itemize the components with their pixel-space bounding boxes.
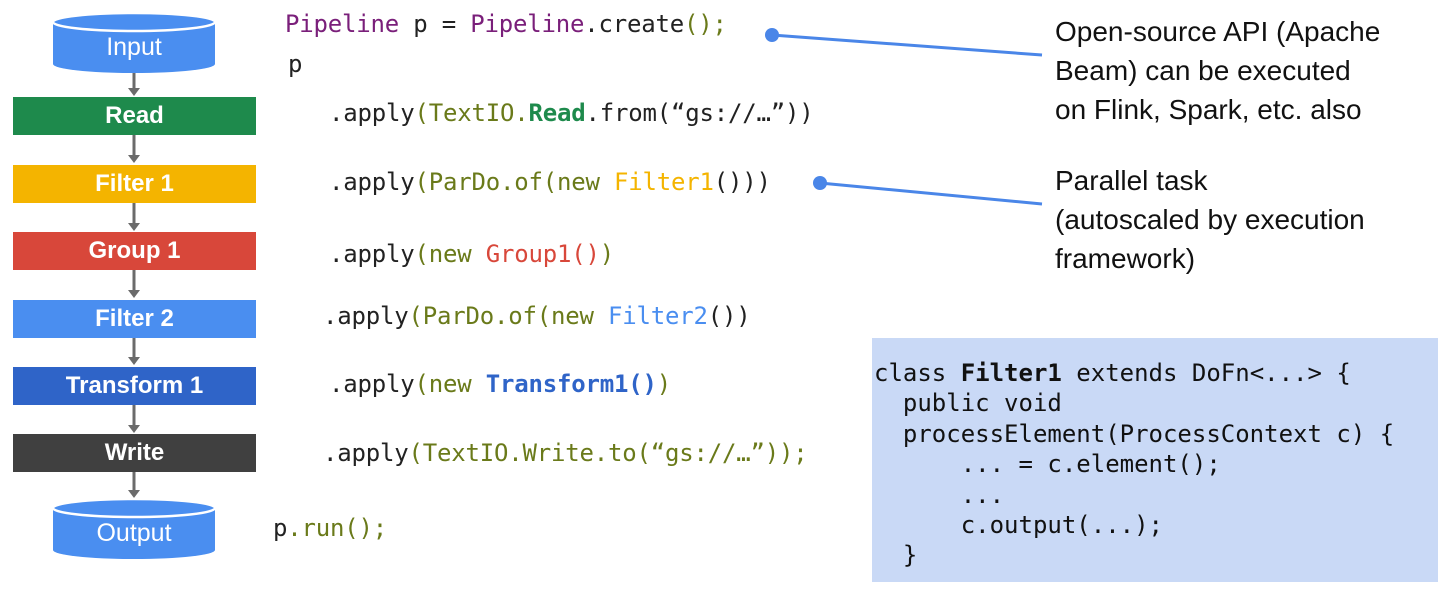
code-token: ();	[684, 10, 727, 38]
code-token: .run();	[287, 514, 387, 542]
code-line-write: .apply(TextIO.Write.to(“gs://…”));	[323, 439, 808, 467]
code-line-read: .apply(TextIO.Read.from(“gs://…”))	[329, 99, 814, 127]
code-token: .apply	[323, 439, 409, 467]
code-token: (TextIO.	[414, 99, 529, 127]
api-connector	[771, 33, 1043, 57]
parallel-connector	[819, 181, 1043, 206]
code-token: Group1()	[485, 240, 600, 268]
parallel-connector-dot	[813, 176, 827, 190]
code-token: Filter1	[614, 168, 714, 196]
code-token: Transform1()	[485, 370, 657, 398]
code-token: Filter1	[960, 359, 1062, 387]
class-code-line: processElement(ProcessContext c) {	[874, 419, 1395, 448]
parallel-note-line: Parallel task	[1055, 165, 1208, 196]
code-token: Filter2	[608, 302, 708, 330]
code-token: p =	[399, 10, 471, 38]
class-code-line: c.output(...);	[874, 511, 1163, 540]
code-token: (new	[414, 240, 486, 268]
code-token: Read	[528, 99, 586, 127]
class-code-line: }	[874, 541, 918, 570]
code-token: (ParDo.of(new	[414, 168, 614, 196]
code-line-transform1: .apply(new Transform1())	[329, 370, 671, 398]
api-note: Open-source API (Apache Beam) can be exe…	[1055, 12, 1380, 129]
code-token: extends DoFn<...> {	[1061, 359, 1351, 387]
parallel-note-line: framework)	[1055, 243, 1196, 274]
class-code-line: public void	[874, 389, 1062, 418]
parallel-note: Parallel task (autoscaled by execution f…	[1055, 161, 1365, 278]
api-note-line: on Flink, Spark, etc. also	[1055, 94, 1362, 125]
code-token: )	[599, 240, 614, 268]
code-token: (ParDo.of(new	[408, 302, 608, 330]
code-token: .create	[584, 10, 684, 38]
class-code-line: ...	[874, 480, 1005, 509]
class-code: class Filter1 extends DoFn<...> { public…	[874, 358, 1394, 571]
code-token: Pipeline	[470, 10, 585, 38]
code-token: (TextIO.Write.to(“gs://…”));	[408, 439, 808, 467]
code-line-run: p.run();	[273, 514, 387, 542]
api-note-line: Open-source API (Apache	[1055, 16, 1381, 47]
code-token: .from(“gs://…”))	[585, 99, 814, 127]
code-token: .apply	[329, 370, 415, 398]
code-token: ()))	[713, 168, 771, 196]
code-line-create: Pipeline p = Pipeline.create();	[285, 10, 727, 38]
code-token: .apply	[329, 240, 415, 268]
code-token: .apply	[323, 302, 409, 330]
code-token: )	[656, 370, 671, 398]
code-line-filter2: .apply(ParDo.of(new Filter2())	[323, 302, 751, 330]
class-code-line: ... = c.element();	[874, 450, 1221, 479]
code-token: class	[874, 359, 961, 387]
code-line-group1: .apply(new Group1())	[329, 240, 614, 268]
code-token: .apply	[329, 168, 415, 196]
code-token: (new	[414, 370, 486, 398]
code-token: .apply	[329, 99, 415, 127]
code-token: Pipeline	[285, 10, 399, 38]
code-token: p	[273, 514, 288, 542]
class-code-line: class Filter1 extends DoFn<...> {	[874, 358, 1394, 388]
code-line-filter1: .apply(ParDo.of(new Filter1()))	[329, 168, 771, 196]
parallel-note-line: (autoscaled by execution	[1055, 204, 1365, 235]
code-token: ())	[707, 302, 751, 330]
api-connector-dot	[765, 28, 779, 42]
api-note-line: Beam) can be executed	[1055, 55, 1351, 86]
code-line-p: p	[288, 50, 303, 78]
